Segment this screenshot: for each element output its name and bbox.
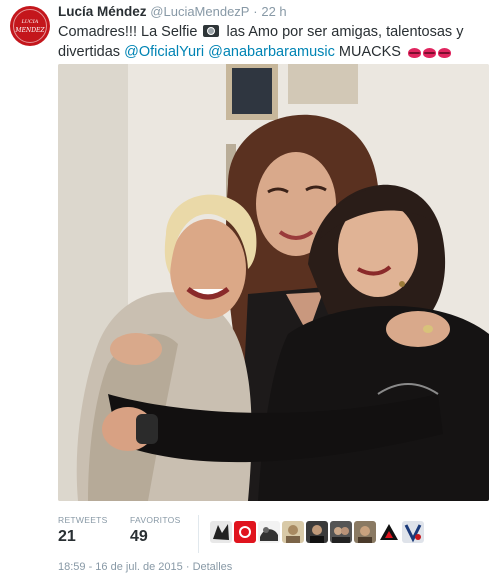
details-link[interactable]: Detalles [193, 561, 233, 573]
favoriters-list [210, 521, 424, 543]
retweets-label: RETWEETS [58, 515, 108, 525]
tweet-footer: 18:59 - 16 de jul. de 2015 · Detalles [58, 561, 232, 573]
favorites-label: FAVORITOS [130, 515, 181, 525]
kiss-icon [423, 48, 436, 58]
favoriter-avatar-icon[interactable] [378, 521, 400, 543]
selfie-image [58, 64, 489, 501]
author-screen-name[interactable]: @LuciaMendezP [150, 4, 249, 19]
favorites-count: 49 [130, 528, 148, 545]
favorites-stat[interactable]: FAVORITOS 49 [130, 515, 181, 546]
tweet-text-part3: MUACKS [338, 44, 401, 60]
header-separator: · [253, 4, 258, 19]
footer-separator: · [185, 561, 190, 573]
tweet-photo[interactable] [58, 64, 489, 501]
author-name[interactable]: Lucía Méndez [58, 4, 147, 19]
tweet-text: Comadres!!! La Selfie las Amo por ser am… [58, 22, 490, 62]
camera-emoji-icon [203, 25, 220, 37]
mention-anabarbaramusic[interactable]: @anabarbaramusic [208, 44, 335, 60]
kiss-icon [438, 48, 451, 58]
tweet-header: Lucía Méndez @LuciaMendezP · 22 h [58, 3, 488, 21]
tweet-stats: RETWEETS 21 FAVORITOS 49 [58, 515, 490, 555]
favoriter-avatar-icon[interactable] [306, 521, 328, 543]
tweet-text-part1: Comadres!!! La Selfie [58, 24, 198, 40]
favoriter-avatar-icon[interactable] [234, 521, 256, 543]
avatar[interactable]: LUCIA MENDEZ [10, 6, 50, 46]
favoriter-avatar-icon[interactable] [330, 521, 352, 543]
favoriter-avatar-icon[interactable] [354, 521, 376, 543]
favoriter-avatar-icon[interactable] [402, 521, 424, 543]
tweet-timestamp[interactable]: 18:59 - 16 de jul. de 2015 [58, 561, 183, 573]
favoriter-avatar-icon[interactable] [210, 521, 232, 543]
tweet-time[interactable]: 22 h [261, 4, 286, 19]
kiss-icon [408, 48, 421, 58]
retweets-stat[interactable]: RETWEETS 21 [58, 515, 108, 546]
favoriter-avatar-icon[interactable] [258, 521, 280, 543]
kiss-emojis [408, 48, 451, 58]
favoriter-avatar-icon[interactable] [282, 521, 304, 543]
mention-oficialyuri[interactable]: @OficialYuri [124, 44, 204, 60]
avatar-ring [13, 9, 47, 43]
stats-divider [198, 515, 199, 553]
retweets-count: 21 [58, 528, 76, 545]
